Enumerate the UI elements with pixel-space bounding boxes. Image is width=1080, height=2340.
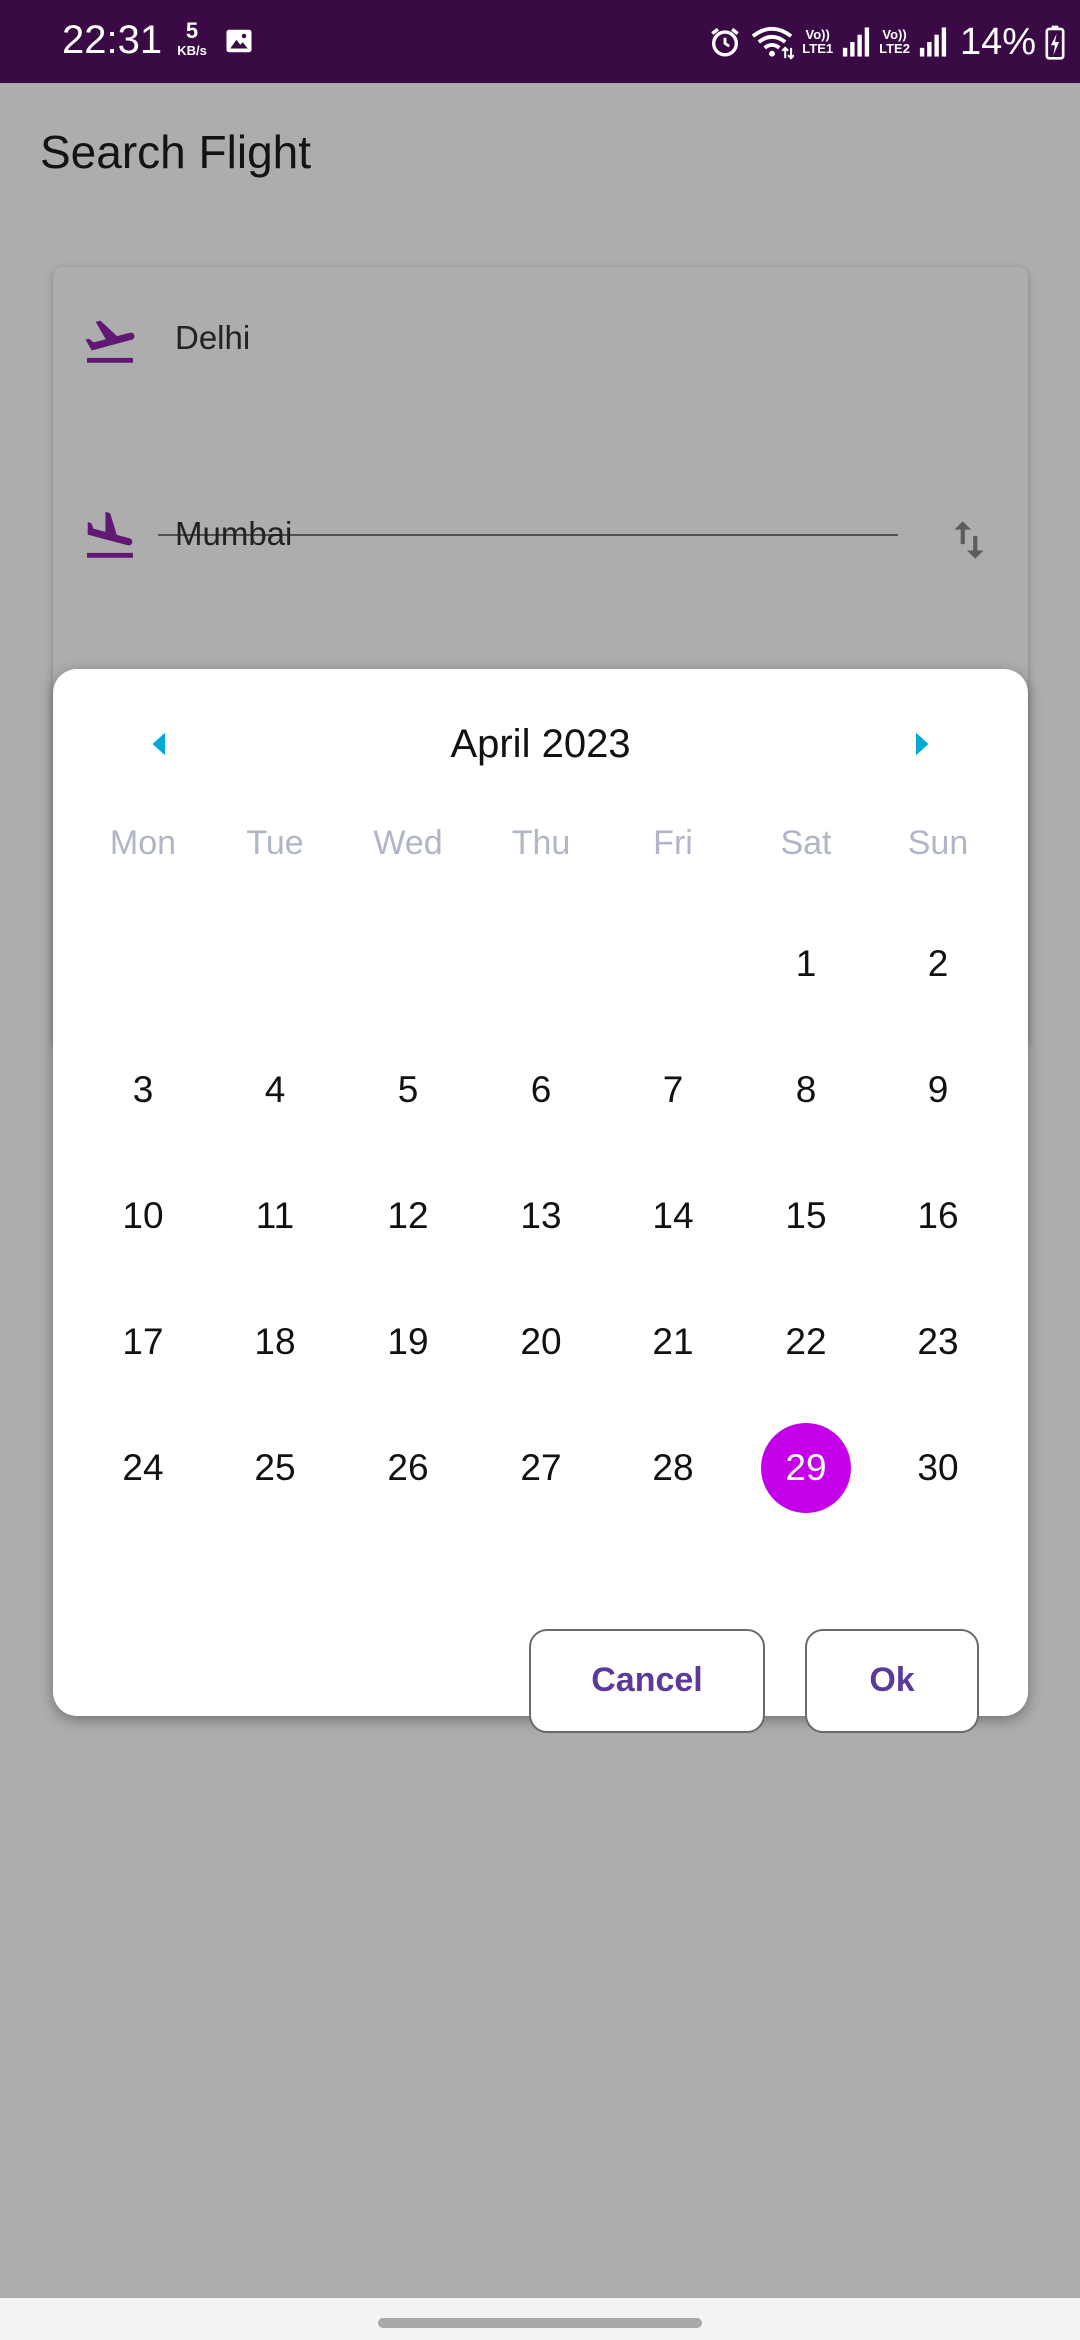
cancel-button[interactable]: Cancel bbox=[529, 1629, 765, 1733]
status-bar: 22:31 5 KB/s Vo)) LTE1 Vo)) LTE2 14% bbox=[0, 0, 1080, 83]
calendar-day[interactable]: 6 bbox=[496, 1045, 586, 1135]
calendar-day[interactable]: 14 bbox=[628, 1171, 718, 1261]
sim2-label-bottom: LTE2 bbox=[879, 41, 910, 56]
calendar-day[interactable]: 10 bbox=[98, 1171, 188, 1261]
calendar-day[interactable]: 11 bbox=[230, 1171, 320, 1261]
calendar-day[interactable]: 24 bbox=[98, 1423, 188, 1513]
weekday-label: Thu bbox=[511, 824, 571, 862]
calendar-day[interactable]: 7 bbox=[628, 1045, 718, 1135]
calendar-day[interactable]: 19 bbox=[363, 1297, 453, 1387]
weekday-label: Wed bbox=[373, 824, 443, 862]
calendar-day[interactable]: 15 bbox=[761, 1171, 851, 1261]
alarm-icon bbox=[711, 27, 740, 57]
gallery-icon bbox=[226, 29, 252, 53]
month-title: April 2023 bbox=[450, 722, 631, 766]
calendar-day[interactable]: 25 bbox=[230, 1423, 320, 1513]
calendar-day[interactable]: 18 bbox=[230, 1297, 320, 1387]
data-speed-value: 5 bbox=[185, 18, 199, 43]
status-time: 22:31 bbox=[62, 18, 163, 62]
signal-icon bbox=[843, 27, 870, 57]
data-speed-unit: KB/s bbox=[177, 43, 207, 58]
weekday-label: Tue bbox=[246, 824, 304, 862]
calendar-day[interactable]: 4 bbox=[230, 1045, 320, 1135]
calendar-day[interactable]: 23 bbox=[893, 1297, 983, 1387]
calendar-day[interactable]: 2 bbox=[893, 919, 983, 1009]
signal-icon bbox=[919, 27, 947, 57]
battery-charging-icon bbox=[1045, 25, 1065, 60]
calendar-day[interactable]: 27 bbox=[496, 1423, 586, 1513]
ok-button[interactable]: Ok bbox=[805, 1629, 979, 1733]
calendar-day[interactable]: 8 bbox=[761, 1045, 851, 1135]
sim1-label-top: Vo)) bbox=[805, 27, 830, 42]
calendar-day-selected[interactable]: 29 bbox=[761, 1423, 851, 1513]
calendar-day[interactable]: 21 bbox=[628, 1297, 718, 1387]
calendar-day[interactable]: 28 bbox=[628, 1423, 718, 1513]
sim1-label: Vo)) LTE1 bbox=[802, 28, 833, 56]
status-icons: Vo)) LTE1 Vo)) LTE2 14% bbox=[708, 14, 1066, 70]
calendar-day[interactable]: 16 bbox=[893, 1171, 983, 1261]
weekday-label: Sat bbox=[780, 824, 832, 862]
calendar-day[interactable]: 5 bbox=[363, 1045, 453, 1135]
calendar-day[interactable]: 1 bbox=[761, 919, 851, 1009]
calendar-day[interactable]: 26 bbox=[363, 1423, 453, 1513]
sim1-label-bottom: LTE1 bbox=[802, 41, 834, 56]
sim2-label-top: Vo)) bbox=[882, 27, 907, 42]
next-month-icon[interactable] bbox=[906, 729, 936, 759]
app-screen: Search Flight Delhi Mumbai April 2023 Mo… bbox=[0, 83, 1080, 2298]
weekday-label: Mon bbox=[109, 824, 177, 862]
calendar-day[interactable]: 12 bbox=[363, 1171, 453, 1261]
calendar-day[interactable]: 22 bbox=[761, 1297, 851, 1387]
weekday-label: Fri bbox=[653, 824, 693, 862]
calendar-day[interactable]: 17 bbox=[98, 1297, 188, 1387]
weekday-label: Sun bbox=[907, 824, 969, 862]
battery-percent: 14% bbox=[959, 20, 1036, 63]
home-gesture-handle[interactable] bbox=[378, 2318, 702, 2328]
system-nav-bar bbox=[0, 2298, 1080, 2340]
sim2-label: Vo)) LTE2 bbox=[879, 28, 910, 56]
calendar-day[interactable]: 20 bbox=[496, 1297, 586, 1387]
calendar-day[interactable]: 30 bbox=[893, 1423, 983, 1513]
wifi-icon bbox=[752, 26, 795, 60]
calendar-day[interactable]: 13 bbox=[496, 1171, 586, 1261]
data-speed: 5 KB/s bbox=[172, 18, 212, 58]
calendar-day[interactable]: 3 bbox=[98, 1045, 188, 1135]
date-picker-dialog: April 2023 Mon Tue Wed Thu Fri Sat Sun 1234567… bbox=[53, 669, 1028, 1733]
calendar-day[interactable]: 9 bbox=[893, 1045, 983, 1135]
